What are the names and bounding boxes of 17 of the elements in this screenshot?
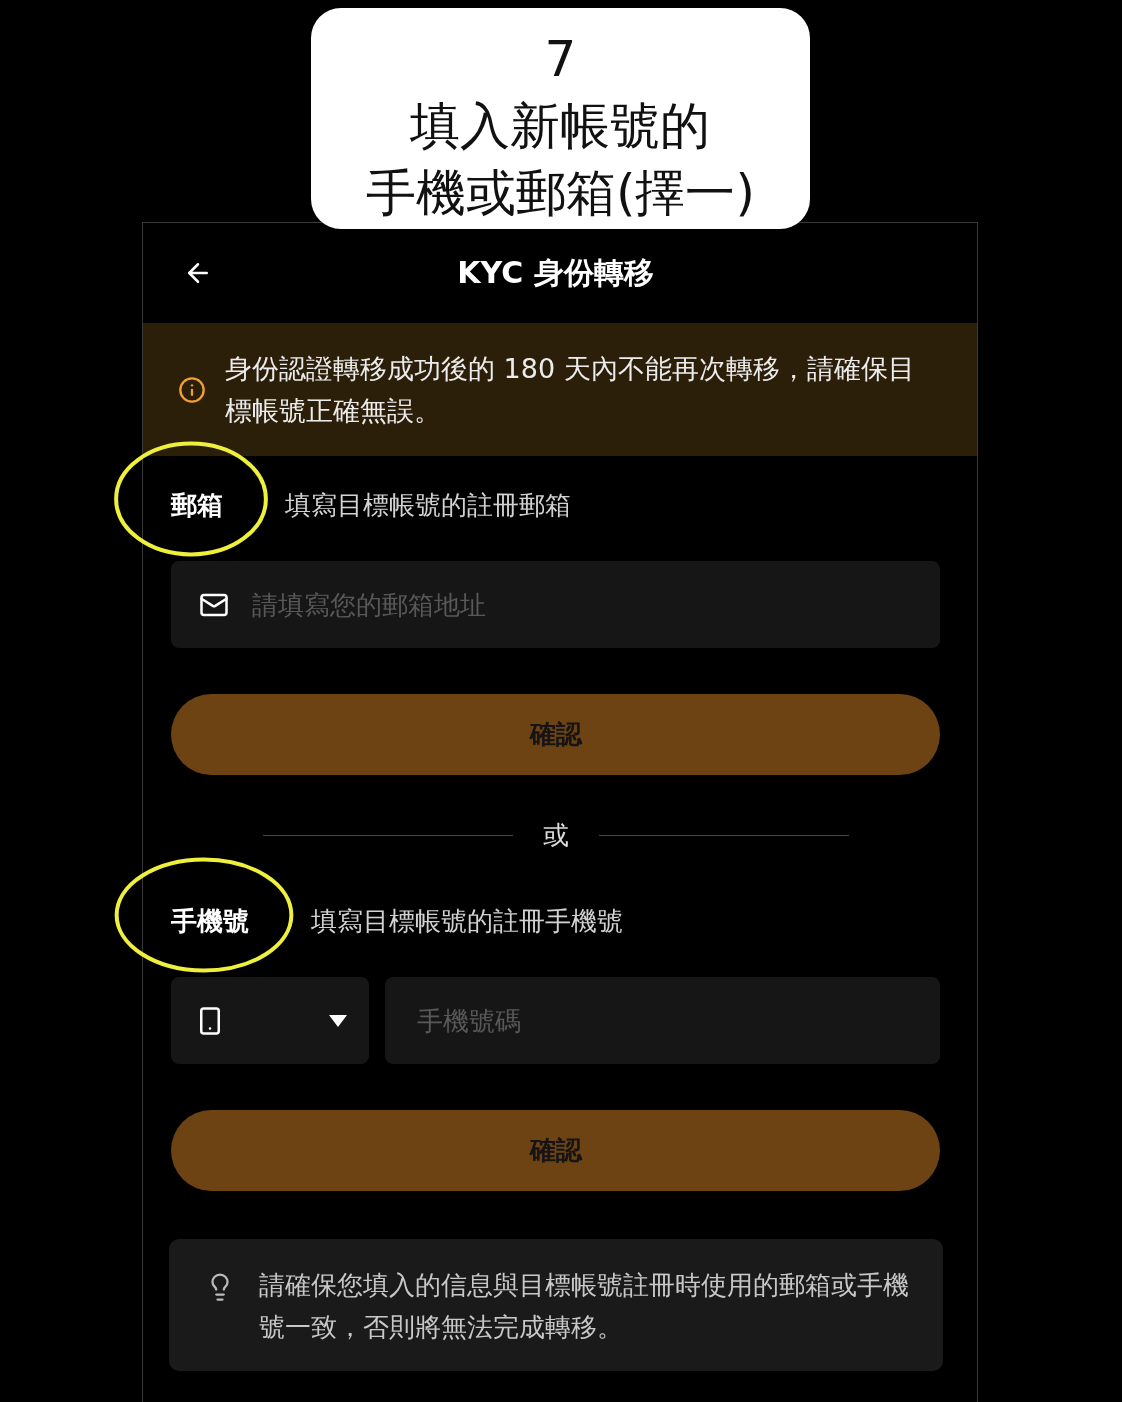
confirm-button[interactable]: 確認: [171, 1110, 940, 1191]
section-label: 手機號: [171, 905, 249, 938]
email-input-field[interactable]: 請填寫您的郵箱地址: [171, 561, 940, 648]
country-code-select[interactable]: [171, 977, 369, 1064]
screen-title: KYC 身份轉移: [457, 253, 654, 292]
section-hint: 填寫目標帳號的註冊郵箱: [285, 489, 571, 522]
caret-icon: [329, 1014, 347, 1027]
callout-caption: 填入新帳號的 手機或郵箱(擇一): [366, 96, 755, 224]
step-number: 7: [544, 29, 577, 90]
notice-text: 身份認證轉移成功後的 180 天內不能再次轉移，請確保目標帳號正確無誤。: [225, 352, 916, 428]
confirm-button[interactable]: 確認: [171, 694, 940, 775]
tip-text: 請確保您填入的信息與目標帳號註冊時使用的郵箱或手機號一致，否則將無法完成轉移。: [259, 1269, 910, 1344]
section-hint: 填寫目標帳號的註冊手機號: [311, 905, 623, 938]
info-icon: [178, 376, 206, 404]
divider-label: 或: [542, 819, 569, 852]
phone-input-field[interactable]: 手機號碼: [385, 977, 940, 1064]
section-label: 郵箱: [171, 489, 223, 522]
